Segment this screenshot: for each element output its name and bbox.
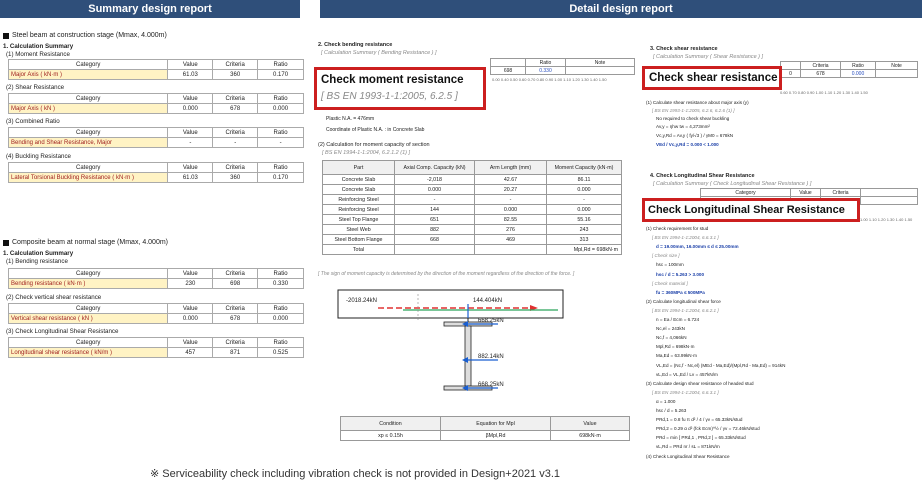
serviceability-footnote: ※ Serviceability check including vibrati… (150, 468, 561, 480)
table-row: Steel Web 882 276 243 (322, 224, 622, 235)
long-shear-line: α = 1.000 (656, 398, 676, 404)
table-row: Reinforcing Steel - - - (322, 194, 622, 205)
plastic-na-bullet: Plastic N.A. = 476mm (326, 116, 375, 122)
shear-bullet-4: VEd / Vc,y,Rd = 0.000 < 1.000 (656, 142, 719, 147)
table-row: Reinforcing Steel 144 0.000 0.000 (322, 204, 622, 215)
long-shear-line: PRd = min [ PRd,1 , PRd,2 ] = 65.33kN/st… (656, 435, 746, 441)
moment-sign-note: [ The sign of moment capacity is determi… (318, 271, 575, 277)
vertical-shear-table: Category Value Criteria Ratio Vertical shea… (7, 303, 304, 324)
bending-mini-table: Ratio Note 698 0.330 (490, 58, 635, 75)
calc-summary-title-2: 1. Calculation Summary (3, 250, 74, 257)
moment-resistance-table: Category Value Criteria Ratio Major Axis ( … (7, 59, 304, 80)
longitudinal-shear-table: Category Value Criteria Ratio Longitudinal … (7, 337, 304, 358)
shear-calc-heading: (1) Calculate shear resistance about maj… (646, 100, 749, 105)
long-shear-line: Nc,f = 4,066kN (656, 335, 687, 341)
diagram-force-1: -2018.24kN (346, 298, 377, 304)
bending-ratio-axis: 0.00 0.40 0.50 0.60 0.70 0.80 0.90 1.00 … (492, 77, 607, 82)
bending-check-heading: 2. Check bending resistance (318, 42, 393, 48)
moment-resistance-ref: [ BS EN 1993-1-1:2005, 6.2.5 ] (321, 91, 458, 102)
long-shear-line: (3) Calculate design shear resistance of… (646, 380, 754, 386)
composite-heading: Composite beam at normal stage (Mmax, 4.… (3, 239, 168, 246)
summary-banner: Summary design report (0, 0, 300, 18)
long-shear-line: [ BS EN 1994-1-1:2004, 6.6.3.1 ] (652, 389, 719, 395)
long-shear-line: (4) Check Longitudinal Shear Resistance (646, 453, 730, 459)
shear-resistance-table: Category Value Criteria Ratio Major Axis ( … (7, 93, 304, 114)
condition-table: Condition Equation for Mpl Value xp ≤ 0.15… (340, 416, 630, 441)
shear-summary-sub: [ Calculation Summary ( Shear Resistance… (653, 54, 764, 60)
combined-ratio-label: (3) Combined Ratio (6, 118, 60, 125)
bending-resistance-table: Category Value Criteria Ratio Bending resis… (7, 268, 304, 289)
bending-resistance-label: (1) Bending resistance (6, 258, 68, 265)
long-shear-line: PRd,1 = 0.8 fu π d² / 4 / γv = 65.33kN/s… (656, 417, 743, 423)
long-shear-line: (2) Calculate longitudinal shear force (646, 298, 721, 304)
moment-capacity-table: Part Axial Comp. Capacity (kN) Arm Length … (322, 160, 622, 255)
force-diagram: -2018.24kN 144.404kN 668.25kN 882.14kN 6… (337, 289, 564, 391)
shear-resistance-highlight: Check shear resistance (642, 66, 782, 90)
table-row: Steel Top Flange 651 82.55 55.16 (322, 214, 622, 225)
long-shear-line: vL,Ed = VL,Ed / Lv = 457kN/m (656, 371, 718, 377)
table-row: Steel Bottom Flange 668 469 313 (322, 234, 622, 245)
shear-calc-ref: [ BS EN 1993-1-1:2005, 6.2.6, 6.2.6 (1) … (652, 108, 735, 113)
buckling-resistance-label: (4) Buckling Resistance (6, 153, 71, 160)
diagram-force-5: 668.25kN (478, 382, 504, 388)
moment-resistance-title: Check moment resistance (321, 74, 464, 86)
long-shear-summary-sub: [ Calculation Summary ( Check Longitudin… (653, 181, 812, 187)
vertical-shear-label: (2) Check vertical shear resistance (6, 294, 102, 301)
diagram-force-3: 668.25kN (478, 318, 504, 324)
bending-summary-sub: [ Calculation Summary ( Bending Resistan… (321, 50, 437, 56)
long-shear-line: [ BS EN 1994-1-1:2004, 6.6.3.1 ] (652, 235, 719, 241)
long-shear-line: [ BS EN 1994-1-1:2004, 6.6.2.1 ] (652, 307, 719, 313)
square-bullet-icon (3, 239, 9, 246)
shear-mini-table: Criteria Ratio Note 0 678 0.000 (780, 61, 918, 78)
long-shear-ratio-axis: 1.00 1.10 1.20 1.30 1.40 1.50 (860, 217, 913, 222)
long-shear-line: [ Check size ] (652, 253, 680, 259)
longitudinal-shear-label: (3) Check Longitudinal Shear Resistance (6, 328, 119, 335)
long-shear-line: PRd,2 = 0.29 α d² (fck Ecm)^½ / γv = 72.… (656, 426, 760, 432)
moment-resistance-highlight: Check moment resistance [ BS EN 1993-1-1… (314, 67, 486, 110)
long-shear-line: Mpl,Rd = 698kN·m (656, 344, 695, 350)
shear-check-heading: 3. Check shear resistance (650, 46, 718, 52)
shear-ratio-axis: 0.60 0.70 0.80 0.90 1.00 1.10 1.20 1.30 … (780, 90, 868, 95)
detail-banner: Detail design report (320, 0, 922, 18)
square-bullet-icon (3, 32, 9, 39)
long-shear-line: hsc = 100mm (656, 262, 684, 268)
long-shear-line: d = 19.00mm, 16.00mm ≤ d ≤ 25.00mm (656, 244, 739, 250)
shear-resistance-title: Check shear resistance (649, 72, 778, 84)
table-row: Concrete Slab -2,018 42.67 86.11 (322, 174, 622, 185)
diagram-force-2: 144.404kN (473, 298, 502, 304)
moment-resistance-label: (1) Moment Resistance (6, 51, 70, 58)
long-shear-line: fu = 360MPa ≤ 500MPa (656, 289, 705, 295)
long-shear-line: [ Check material ] (652, 280, 688, 286)
diagram-force-4: 882.14kN (478, 354, 504, 360)
long-shear-line: (1) Check requirement for stud (646, 226, 709, 231)
calc-summary-title: 1. Calculation Summary (3, 43, 74, 50)
long-shear-line: vL,Rd = PRd nr / sL = 871kN/m (656, 444, 720, 450)
shear-bullet-3: Vc,y,Rd = Av,y ( fy/√3 ) / γM0 = 678kN (656, 133, 734, 138)
shear-bullet-2: Av,y = ηhw tw = 4,273mm² (656, 124, 710, 129)
buckling-resistance-table: Category Value Criteria Ratio Lateral Torsi… (7, 162, 304, 183)
long-shear-title: Check Longitudinal Shear Resistance (648, 204, 845, 216)
shear-resistance-label: (2) Shear Resistance (6, 84, 65, 91)
long-shear-line: hsc / d = 5.263 > 3.000 (656, 271, 705, 277)
shear-bullet-1: No required to check shear buckling (656, 116, 730, 121)
table-row: Total Mpl,Rd = 698kN·m (322, 244, 622, 255)
long-shear-line: Ma,Ed = 63.99kN·m (656, 353, 697, 359)
long-shear-line: VL,Ed = (Nc,f - Nc,el) (MEd - Ma,Ed)/(Mp… (656, 362, 786, 368)
construction-heading: Steel beam at construction stage (Mmax, … (3, 32, 167, 39)
long-shear-line: hsc / d = 5.263 (656, 408, 687, 413)
long-shear-heading: 4. Check Longitudinal Shear Resistance (650, 173, 755, 179)
table-row: Concrete Slab 0.000 20.27 0.000 (322, 184, 622, 195)
combined-ratio-table: Category Value Criteria Ratio Bending and S… (7, 127, 304, 148)
long-shear-line: n = Ea / Ecm = 6.724 (656, 317, 700, 322)
long-shear-highlight: Check Longitudinal Shear Resistance (642, 198, 860, 222)
long-shear-line: Nc,el = 243kN (656, 326, 685, 332)
moment-capacity-ref: [ BS EN 1994-1-1:2004, 6.2.1.2 (1) ] (322, 150, 411, 156)
plastic-na-coord-bullet: Coordinate of Plastic N.A. : in Concrete… (326, 127, 425, 133)
moment-capacity-heading: (2) Calculation for moment capacity of s… (318, 142, 430, 148)
